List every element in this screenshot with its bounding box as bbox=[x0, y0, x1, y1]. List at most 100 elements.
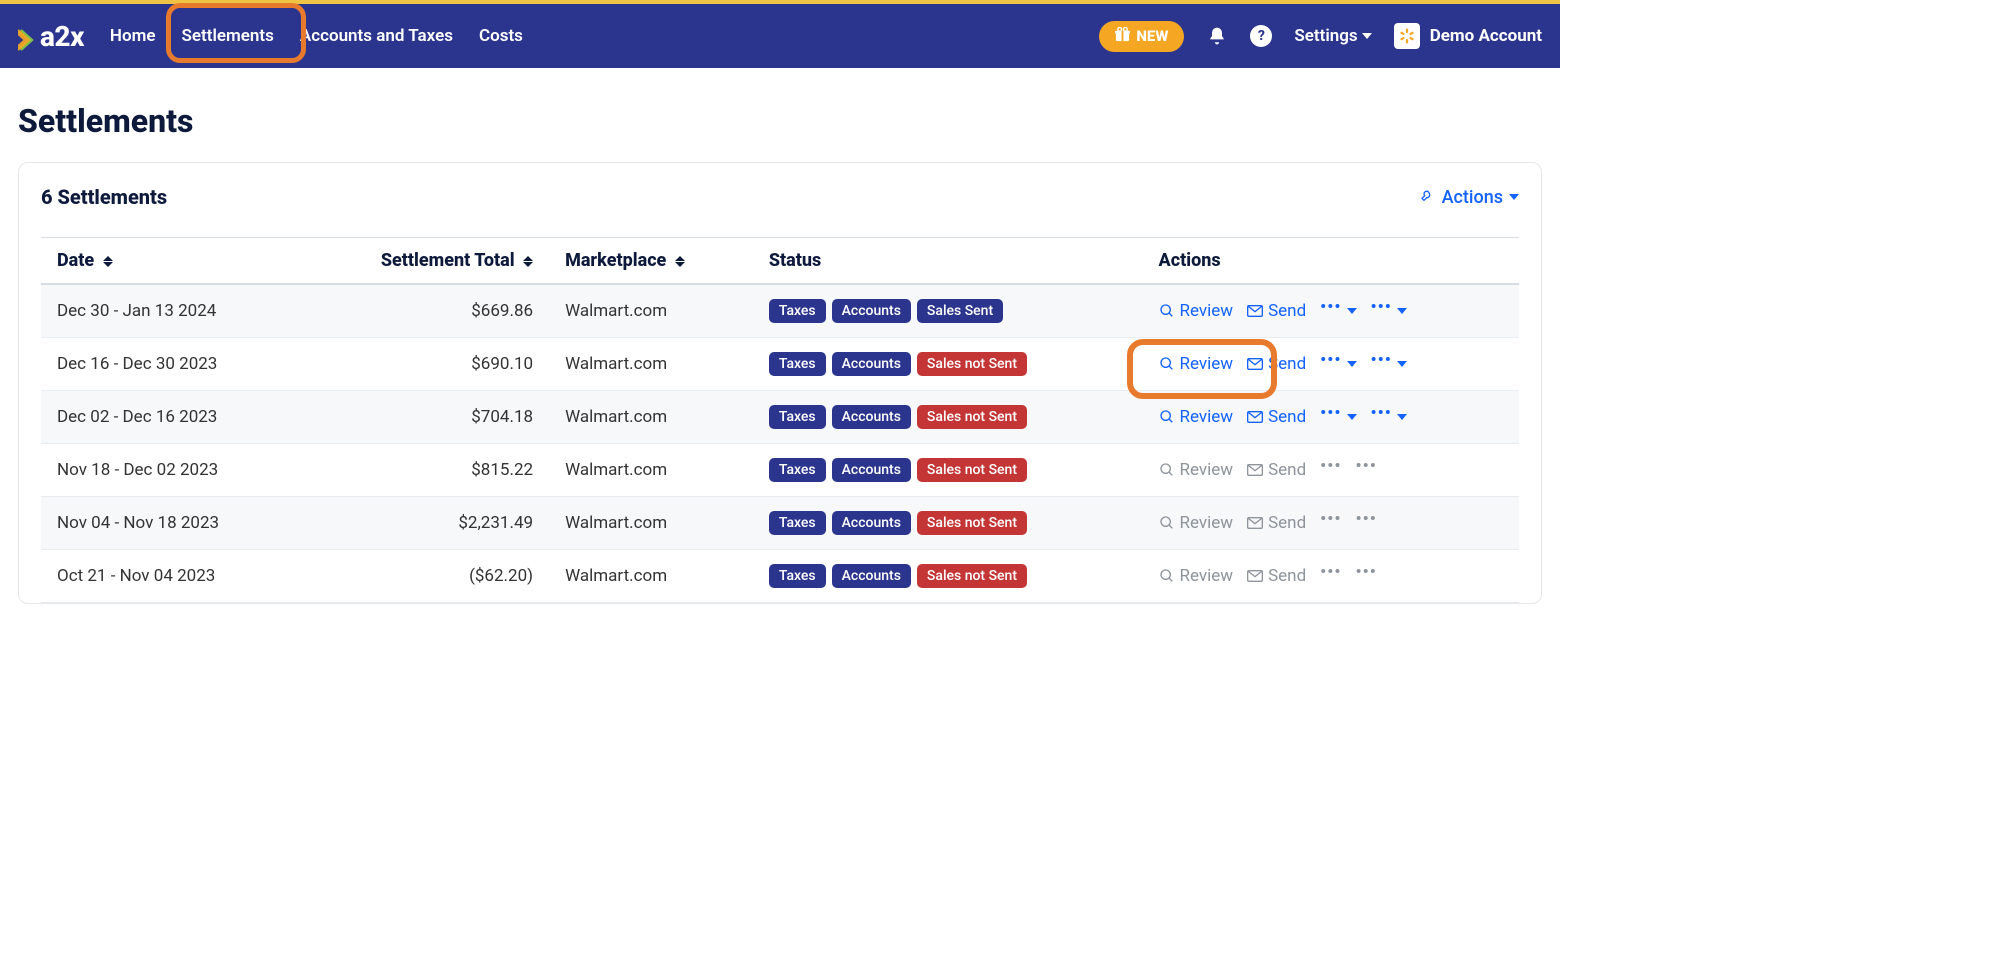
cell-actions: Review Send ••• ••• bbox=[1143, 391, 1519, 444]
send-button[interactable]: Send bbox=[1247, 407, 1306, 427]
status-badge: Sales not Sent bbox=[917, 511, 1027, 535]
brand-logo[interactable]: a2x bbox=[18, 20, 84, 53]
nav-accounts[interactable]: Accounts and Taxes bbox=[300, 26, 453, 46]
table-row: Nov 04 - Nov 18 2023$2,231.49Walmart.com… bbox=[41, 497, 1519, 550]
col-date[interactable]: Date bbox=[41, 238, 302, 285]
more-menu-2[interactable]: ••• bbox=[1371, 304, 1407, 318]
dots-icon: ••• bbox=[1371, 410, 1392, 424]
dots-icon: ••• bbox=[1356, 463, 1377, 477]
cell-status: TaxesAccountsSales not Sent bbox=[753, 338, 1143, 391]
status-badge: Accounts bbox=[832, 352, 911, 376]
cell-date: Nov 04 - Nov 18 2023 bbox=[41, 497, 302, 550]
status-badge: Sales not Sent bbox=[917, 352, 1027, 376]
help-icon[interactable]: ? bbox=[1250, 25, 1272, 47]
cell-marketplace: Walmart.com bbox=[549, 338, 753, 391]
dots-icon: ••• bbox=[1371, 304, 1392, 318]
col-actions: Actions bbox=[1143, 238, 1519, 285]
dots-icon: ••• bbox=[1320, 410, 1341, 424]
actions-label: Actions bbox=[1442, 187, 1503, 208]
cell-marketplace: Walmart.com bbox=[549, 550, 753, 603]
status-badge: Accounts bbox=[832, 458, 911, 482]
wrench-icon bbox=[1420, 189, 1436, 205]
page-title: Settlements bbox=[18, 102, 1542, 140]
status-badge: Sales Sent bbox=[917, 299, 1003, 323]
send-button: Send bbox=[1247, 460, 1306, 480]
cell-actions: Review Send ••• ••• bbox=[1143, 338, 1519, 391]
cell-total: ($62.20) bbox=[302, 550, 549, 603]
table-row: Nov 18 - Dec 02 2023$815.22Walmart.comTa… bbox=[41, 444, 1519, 497]
cell-total: $704.18 bbox=[302, 391, 549, 444]
status-badge: Taxes bbox=[769, 564, 826, 588]
dots-icon: ••• bbox=[1320, 516, 1341, 530]
card-title: 6 Settlements bbox=[41, 185, 167, 209]
chevron-icon bbox=[18, 25, 36, 47]
bell-icon[interactable] bbox=[1206, 25, 1228, 47]
status-badge: Taxes bbox=[769, 511, 826, 535]
more-menu-1[interactable]: ••• bbox=[1320, 357, 1356, 371]
cell-total: $2,231.49 bbox=[302, 497, 549, 550]
caret-down-icon bbox=[1362, 33, 1372, 39]
send-button: Send bbox=[1247, 566, 1306, 586]
settings-dropdown[interactable]: Settings bbox=[1294, 26, 1371, 46]
envelope-icon bbox=[1247, 305, 1263, 317]
table-row: Dec 30 - Jan 13 2024$669.86Walmart.comTa… bbox=[41, 284, 1519, 338]
nav-home[interactable]: Home bbox=[110, 26, 156, 46]
more-menu-2[interactable]: ••• bbox=[1356, 569, 1377, 583]
table-row: Dec 16 - Dec 30 2023$690.10Walmart.comTa… bbox=[41, 338, 1519, 391]
sort-icon bbox=[523, 256, 533, 267]
review-button[interactable]: Review bbox=[1159, 354, 1234, 374]
actions-dropdown[interactable]: Actions bbox=[1420, 187, 1519, 208]
review-button: Review bbox=[1159, 513, 1234, 533]
col-marketplace[interactable]: Marketplace bbox=[549, 238, 753, 285]
dots-icon: ••• bbox=[1356, 516, 1377, 530]
col-total[interactable]: Settlement Total bbox=[302, 238, 549, 285]
cell-marketplace: Walmart.com bbox=[549, 284, 753, 338]
account-switcher[interactable]: Demo Account bbox=[1394, 23, 1542, 49]
cell-date: Nov 18 - Dec 02 2023 bbox=[41, 444, 302, 497]
more-menu-1[interactable]: ••• bbox=[1320, 516, 1341, 530]
dots-icon: ••• bbox=[1320, 569, 1341, 583]
cell-date: Dec 02 - Dec 16 2023 bbox=[41, 391, 302, 444]
cell-marketplace: Walmart.com bbox=[549, 444, 753, 497]
status-badge: Sales not Sent bbox=[917, 564, 1027, 588]
status-badge: Taxes bbox=[769, 458, 826, 482]
cell-date: Oct 21 - Nov 04 2023 bbox=[41, 550, 302, 603]
new-badge-text: NEW bbox=[1136, 27, 1168, 45]
cell-date: Dec 30 - Jan 13 2024 bbox=[41, 284, 302, 338]
more-menu-2[interactable]: ••• bbox=[1356, 516, 1377, 530]
search-icon bbox=[1159, 462, 1175, 478]
status-badge: Sales not Sent bbox=[917, 405, 1027, 429]
search-icon bbox=[1159, 515, 1175, 531]
gift-icon bbox=[1115, 27, 1130, 46]
nav-links: Home Settlements Accounts and Taxes Cost… bbox=[110, 26, 523, 46]
more-menu-1[interactable]: ••• bbox=[1320, 410, 1356, 424]
new-badge[interactable]: NEW bbox=[1099, 21, 1184, 52]
search-icon bbox=[1159, 409, 1175, 425]
more-menu-1[interactable]: ••• bbox=[1320, 569, 1341, 583]
dots-icon: ••• bbox=[1371, 357, 1392, 371]
caret-down-icon bbox=[1509, 194, 1519, 200]
brand-text: a2x bbox=[40, 20, 84, 53]
review-button[interactable]: Review bbox=[1159, 301, 1234, 321]
cell-actions: Review Send ••• ••• bbox=[1143, 284, 1519, 338]
more-menu-2[interactable]: ••• bbox=[1356, 463, 1377, 477]
envelope-icon bbox=[1247, 570, 1263, 582]
more-menu-2[interactable]: ••• bbox=[1371, 357, 1407, 371]
dots-icon: ••• bbox=[1356, 569, 1377, 583]
caret-down-icon bbox=[1397, 414, 1407, 420]
send-button[interactable]: Send bbox=[1247, 354, 1306, 374]
envelope-icon bbox=[1247, 411, 1263, 423]
account-name: Demo Account bbox=[1430, 26, 1542, 46]
dots-icon: ••• bbox=[1320, 463, 1341, 477]
nav-costs[interactable]: Costs bbox=[479, 26, 523, 46]
status-badge: Taxes bbox=[769, 405, 826, 429]
status-badge: Sales not Sent bbox=[917, 458, 1027, 482]
more-menu-1[interactable]: ••• bbox=[1320, 463, 1341, 477]
review-button[interactable]: Review bbox=[1159, 407, 1234, 427]
nav-settlements[interactable]: Settlements bbox=[182, 26, 274, 46]
caret-down-icon bbox=[1347, 308, 1357, 314]
settings-label: Settings bbox=[1294, 26, 1357, 46]
more-menu-1[interactable]: ••• bbox=[1320, 304, 1356, 318]
send-button[interactable]: Send bbox=[1247, 301, 1306, 321]
more-menu-2[interactable]: ••• bbox=[1371, 410, 1407, 424]
